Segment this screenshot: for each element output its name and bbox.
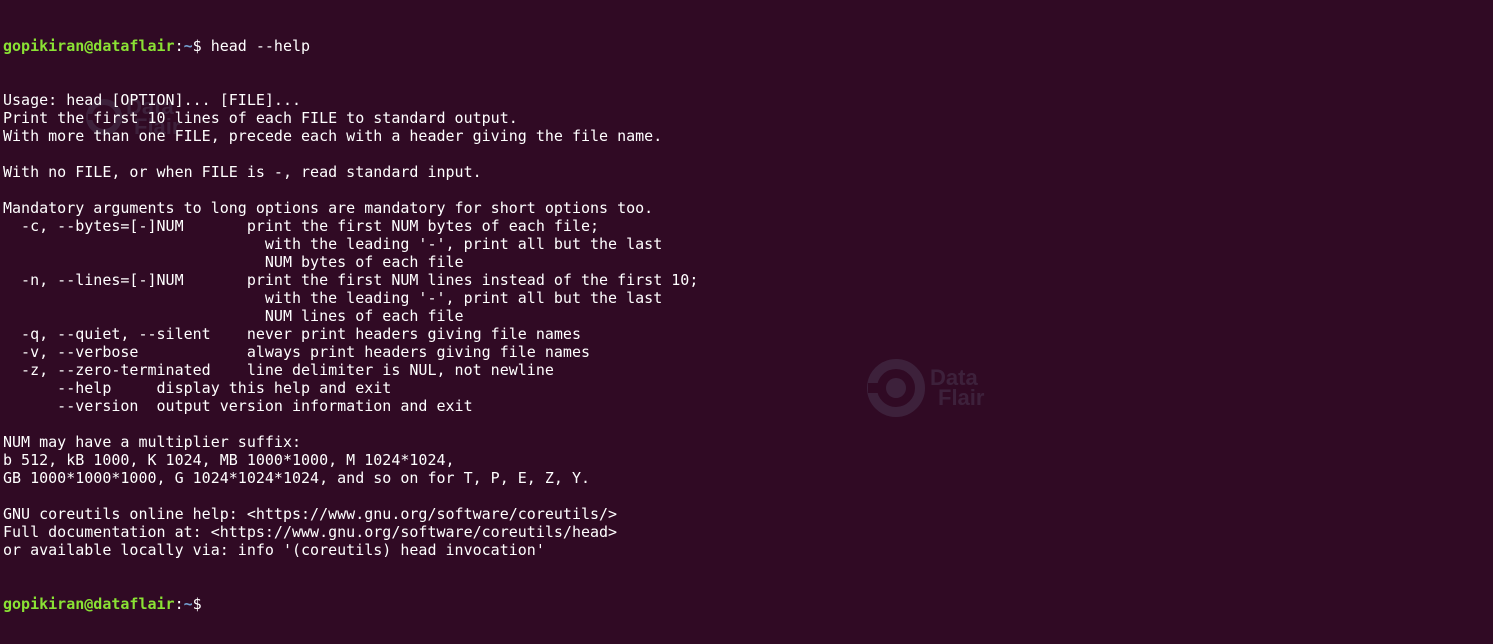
- prompt-user-host: gopikiran@dataflair: [3, 37, 175, 55]
- command-text: head --help: [210, 37, 311, 55]
- prompt-user-host: gopikiran@dataflair: [3, 595, 175, 613]
- output-line: --help display this help and exit: [3, 379, 392, 397]
- output-line: -v, --verbose always print headers givin…: [3, 343, 590, 361]
- output-line: Usage: head [OPTION]... [FILE]...: [3, 91, 302, 109]
- output-line: --version output version information and…: [3, 397, 473, 415]
- output-line: NUM lines of each file: [3, 307, 464, 325]
- output-line: with the leading '-', print all but the …: [3, 235, 663, 253]
- dataflair-logo-icon: [867, 359, 925, 417]
- output-line: GB 1000*1000*1000, G 1024*1024*1024, and…: [3, 469, 590, 487]
- output-line: -n, --lines=[-]NUM print the first NUM l…: [3, 271, 699, 289]
- output-line: NUM may have a multiplier suffix:: [3, 433, 302, 451]
- help-output: Usage: head [OPTION]... [FILE]... Print t…: [3, 91, 698, 559]
- command-line: gopikiran@dataflair:~$ head --help: [3, 37, 698, 55]
- terminal-output[interactable]: gopikiran@dataflair:~$ head --help Usage…: [3, 1, 698, 644]
- output-line: with the leading '-', print all but the …: [3, 289, 663, 307]
- output-line: GNU coreutils online help: <https://www.…: [3, 505, 618, 523]
- output-line: Print the first 10 lines of each FILE to…: [3, 109, 518, 127]
- prompt-symbol: $: [192, 595, 211, 613]
- prompt-separator: :: [174, 37, 184, 55]
- output-line: -c, --bytes=[-]NUM print the first NUM b…: [3, 217, 600, 235]
- output-line: With no FILE, or when FILE is -, read st…: [3, 163, 482, 181]
- output-line: Full documentation at: <https://www.gnu.…: [3, 523, 618, 541]
- output-line: -z, --zero-terminated line delimiter is …: [3, 361, 554, 379]
- terminal-window[interactable]: Data Flair Data Flair gopikiran@dataflai…: [0, 0, 1493, 644]
- active-prompt-line[interactable]: gopikiran@dataflair:~$: [3, 595, 698, 613]
- output-line: NUM bytes of each file: [3, 253, 464, 271]
- watermark-line1: Data: [930, 365, 978, 390]
- prompt-separator: :: [174, 595, 184, 613]
- output-line: b 512, kB 1000, K 1024, MB 1000*1000, M …: [3, 451, 455, 469]
- watermark-line2: Flair: [938, 385, 985, 410]
- watermark-center: Data Flair: [866, 358, 984, 418]
- prompt-path: ~: [183, 595, 193, 613]
- output-line: With more than one FILE, precede each wi…: [3, 127, 663, 145]
- output-line: or available locally via: info '(coreuti…: [3, 541, 545, 559]
- prompt-path: ~: [183, 37, 193, 55]
- prompt-symbol: $: [192, 37, 211, 55]
- output-line: -q, --quiet, --silent never print header…: [3, 325, 581, 343]
- output-line: Mandatory arguments to long options are …: [3, 199, 654, 217]
